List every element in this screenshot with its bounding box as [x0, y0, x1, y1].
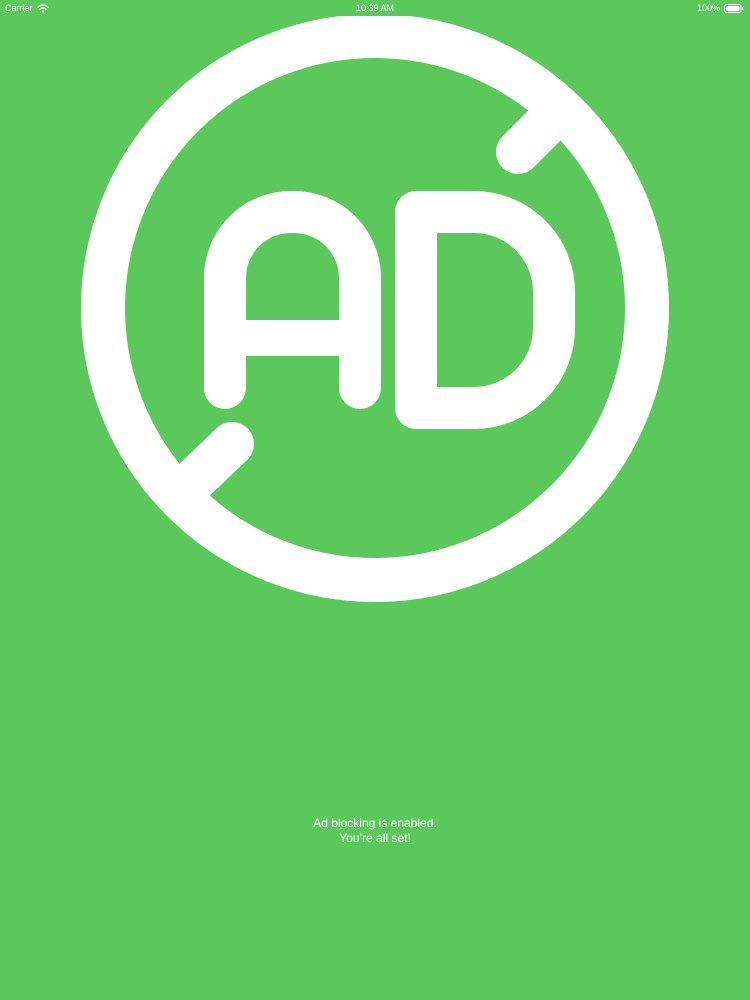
status-time: 10:39 AM — [355, 3, 395, 13]
battery-icon — [724, 3, 744, 13]
message-line-1: Ad blocking is enabled. — [313, 816, 437, 830]
ad-letter-d — [395, 191, 575, 429]
ad-letter-a — [204, 191, 381, 409]
battery-percent: 100% — [696, 3, 720, 13]
message-line-2: You’re all set! — [339, 831, 411, 845]
ad-block-icon — [81, 16, 669, 602]
status-bar: Carrier 10:39 AM 100% — [0, 0, 750, 16]
status-message: Ad blocking is enabled. You’re all set! — [0, 816, 750, 846]
status-right: 100% — [697, 0, 744, 16]
